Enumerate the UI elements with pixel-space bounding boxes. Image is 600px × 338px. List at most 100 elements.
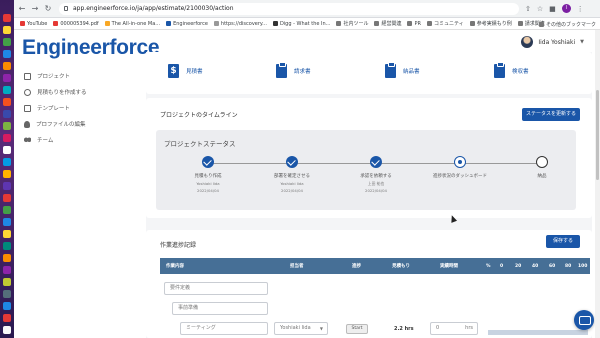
app-icon[interactable] bbox=[3, 38, 11, 46]
document-delivery[interactable]: 納品書 bbox=[385, 62, 420, 78]
other-bookmarks[interactable]: その他のブックマーク bbox=[538, 21, 596, 28]
app-icon[interactable] bbox=[3, 290, 11, 298]
app-icon[interactable] bbox=[3, 302, 11, 310]
status-step[interactable]: 納品 bbox=[502, 156, 582, 179]
folder-icon bbox=[538, 22, 544, 27]
actual-unit: hrs bbox=[465, 325, 473, 331]
save-button[interactable]: 保存する bbox=[546, 235, 580, 248]
clipboard-icon bbox=[276, 62, 287, 78]
update-status-button[interactable]: ステータスを更新する bbox=[522, 108, 580, 121]
app-icon[interactable] bbox=[3, 158, 11, 166]
chevron-down-icon: ▼ bbox=[319, 326, 323, 331]
work-record-title: 作業進捗記録 bbox=[160, 242, 197, 249]
app-icon[interactable] bbox=[3, 326, 11, 334]
bookmark-item[interactable]: The All-in-one Ma... bbox=[104, 21, 160, 27]
estimate-value: 2.2 hrs bbox=[394, 326, 414, 332]
bookmark-label: 経営関連 bbox=[381, 21, 402, 27]
task-level3-input[interactable]: ミーティング bbox=[180, 322, 268, 335]
sidebar-item-team[interactable]: チーム bbox=[22, 132, 132, 148]
user-menu[interactable]: Iida Yoshiaki ▼ bbox=[521, 36, 584, 48]
app-icon[interactable] bbox=[3, 122, 11, 130]
app-icon[interactable] bbox=[3, 314, 11, 322]
chat-icon[interactable] bbox=[574, 310, 594, 330]
scrollbar[interactable] bbox=[595, 30, 600, 338]
task-level1-input[interactable]: 要件定義 bbox=[164, 282, 268, 295]
project-status-panel: プロジェクトステータス 見積もり作成 Yoshiaki Iida 2022/04… bbox=[156, 130, 576, 210]
document-invoice[interactable]: 請求書 bbox=[276, 62, 311, 78]
status-stepper: 見積もり作成 Yoshiaki Iida 2022/04/04 部署を確定させる… bbox=[156, 156, 576, 208]
app-icon[interactable] bbox=[3, 98, 11, 106]
app-page: Engineerforce プロジェクト 見積もりを作成する テンプレート プロ… bbox=[14, 30, 600, 338]
app-icon[interactable] bbox=[3, 194, 11, 202]
bookmark-folder[interactable]: 社内ツール bbox=[336, 20, 368, 27]
sidebar-item-create-estimate[interactable]: 見積もりを作成する bbox=[22, 84, 132, 100]
bookmark-item[interactable]: Engineerforce bbox=[166, 21, 208, 27]
app-icon[interactable] bbox=[3, 254, 11, 262]
actual-hours-input[interactable]: 0 hrs bbox=[430, 322, 478, 335]
share-icon[interactable]: ⇧ bbox=[525, 5, 531, 13]
app-icon[interactable] bbox=[3, 170, 11, 178]
dollar-doc-icon: $ bbox=[168, 64, 179, 78]
document-acceptance[interactable]: 検収書 bbox=[494, 62, 529, 78]
browser-profile-avatar[interactable]: I bbox=[561, 4, 571, 13]
url-field[interactable]: app.engineerforce.io/ja/app/estimate/210… bbox=[59, 2, 519, 15]
step-date: 2022/04/04 bbox=[197, 188, 219, 193]
table-header: 作業内容 担当者 進捗 見積もり 実績時間 % 0 20 40 60 80 10… bbox=[160, 258, 590, 274]
app-icon[interactable] bbox=[3, 206, 11, 214]
sidebar-item-profile[interactable]: プロファイルの編集 bbox=[22, 116, 132, 132]
app-icon[interactable] bbox=[3, 218, 11, 226]
start-button[interactable]: Start bbox=[346, 324, 368, 334]
task-level2-input[interactable]: 事前準備 bbox=[172, 302, 268, 315]
status-step[interactable]: 見積もり作成 Yoshiaki Iida 2022/04/04 bbox=[168, 156, 248, 193]
youtube-icon bbox=[20, 21, 25, 26]
current-step-icon bbox=[454, 156, 466, 168]
app-icon[interactable] bbox=[3, 26, 11, 34]
app-icon[interactable] bbox=[3, 74, 11, 82]
bookmark-label: コミュニティ bbox=[433, 21, 464, 27]
column-header: 60 bbox=[549, 263, 556, 269]
app-icon[interactable] bbox=[3, 266, 11, 274]
bookmark-item[interactable]: Digg - What the In... bbox=[272, 21, 330, 27]
bookmark-folder[interactable]: 参考実績もり例 bbox=[469, 20, 512, 27]
reload-icon[interactable]: ↻ bbox=[43, 4, 53, 13]
bookmark-folder[interactable]: コミュニティ bbox=[426, 20, 464, 27]
app-icon[interactable] bbox=[3, 242, 11, 250]
avatar bbox=[521, 36, 534, 48]
app-icon[interactable] bbox=[3, 230, 11, 238]
app-logo[interactable]: Engineerforce bbox=[22, 36, 160, 60]
back-icon[interactable]: ← bbox=[17, 4, 27, 13]
sidebar-item-templates[interactable]: テンプレート bbox=[22, 100, 132, 116]
bookmark-star-icon[interactable]: ☆ bbox=[537, 5, 543, 13]
bookmark-item[interactable]: YouTube bbox=[20, 21, 47, 27]
sidebar-item-projects[interactable]: プロジェクト bbox=[22, 68, 132, 84]
app-icon[interactable] bbox=[3, 134, 11, 142]
app-icon[interactable] bbox=[3, 50, 11, 58]
document-estimate[interactable]: $ 見積書 bbox=[168, 64, 203, 78]
app-icon[interactable] bbox=[3, 110, 11, 118]
sidebar-item-label: プロファイルの編集 bbox=[36, 122, 86, 128]
timeline-title: プロジェクトのタイムライン bbox=[160, 112, 238, 119]
app-icon[interactable] bbox=[3, 62, 11, 70]
app-icon[interactable] bbox=[3, 182, 11, 190]
menu-dots-icon[interactable]: ⋮ bbox=[577, 5, 584, 13]
extensions-icon[interactable]: ■ bbox=[549, 5, 556, 13]
scrollbar-thumb[interactable] bbox=[596, 90, 599, 180]
step-person: Yoshiaki Iida bbox=[196, 181, 220, 186]
app-icon[interactable] bbox=[3, 278, 11, 286]
status-step[interactable]: 承認を依頼する 上田 祐也 2022/04/04 bbox=[336, 156, 416, 193]
bookmark-label: 000005394.pdf bbox=[60, 20, 99, 27]
status-step[interactable]: 進捗状況のダッシュボード bbox=[420, 156, 500, 179]
bookmark-item[interactable]: https://discovery... bbox=[213, 21, 267, 27]
assignee-select[interactable]: Yoshiaki Iida ▼ bbox=[274, 322, 328, 335]
bookmark-folder[interactable]: 経営関連 bbox=[374, 20, 401, 27]
document-label: 検収書 bbox=[512, 69, 529, 75]
forward-icon[interactable]: → bbox=[30, 4, 40, 13]
app-icon[interactable] bbox=[3, 14, 11, 22]
status-step[interactable]: 部署を確定させる Yoshiaki Iida 2022/04/04 bbox=[252, 156, 332, 193]
folder-icon bbox=[336, 21, 342, 26]
team-icon bbox=[24, 136, 31, 144]
app-icon[interactable] bbox=[3, 146, 11, 154]
bookmark-folder[interactable]: PR bbox=[407, 21, 421, 27]
app-icon[interactable] bbox=[3, 86, 11, 94]
bookmark-item[interactable]: 000005394.pdf bbox=[53, 20, 99, 27]
